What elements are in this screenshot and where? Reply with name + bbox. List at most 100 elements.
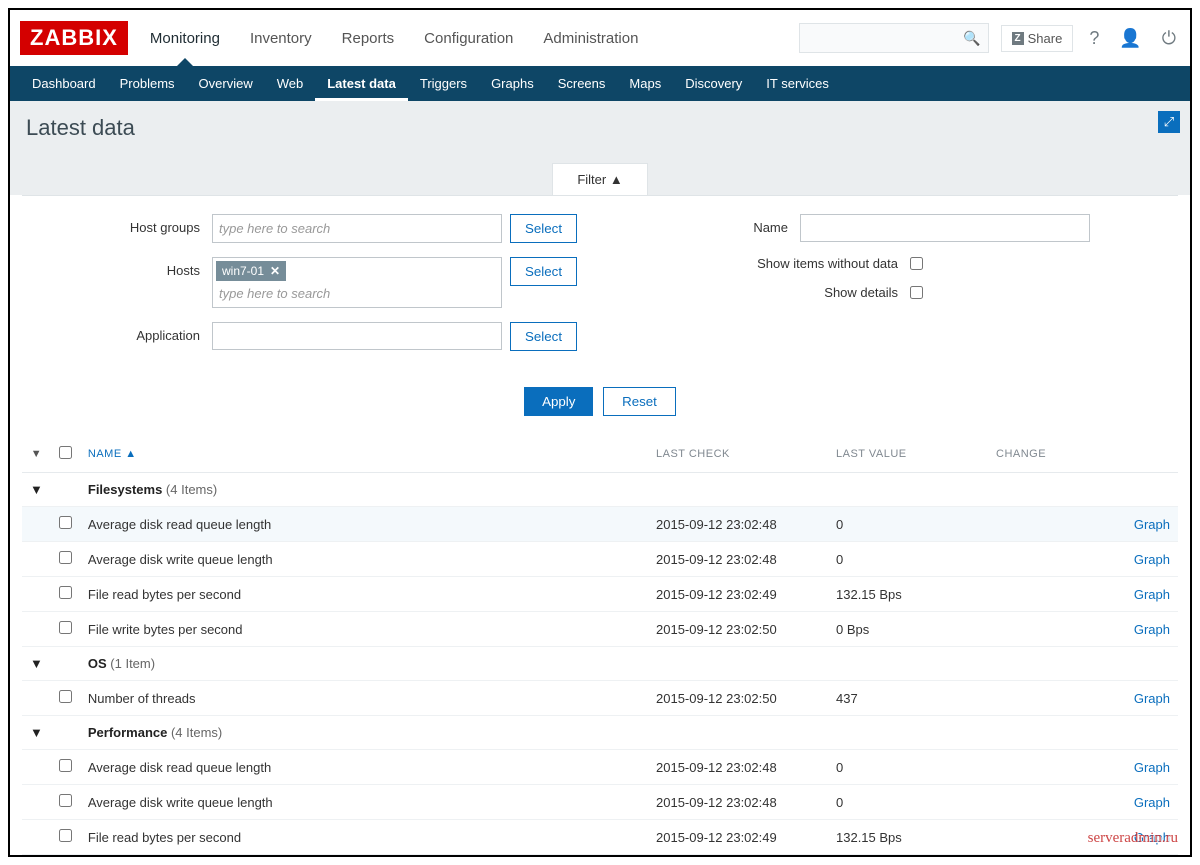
group-header: Filesystems (4 Items) [80,473,1178,507]
topnav-configuration[interactable]: Configuration [422,12,515,65]
row-checkbox[interactable] [59,621,72,634]
hosts-input[interactable]: win7-01✕ [212,257,502,308]
column-change[interactable]: Change [988,436,1118,473]
reset-button[interactable]: Reset [603,387,676,416]
table-row: File write bytes per second2015-09-12 23… [22,612,1178,647]
item-change [988,577,1118,612]
host-tag[interactable]: win7-01✕ [216,261,286,281]
item-last-value: 0 [828,542,988,577]
subnav-discovery[interactable]: Discovery [673,66,754,101]
row-checkbox[interactable] [59,516,72,529]
hosts-label: Hosts [82,257,212,278]
host-groups-input[interactable] [212,214,502,243]
show-details-label: Show details [620,285,910,300]
graph-link[interactable]: Graph [1134,795,1170,810]
row-checkbox[interactable] [59,759,72,772]
global-search-input[interactable] [799,23,989,53]
table-row: Number of threads2015-09-12 23:02:50437G… [22,681,1178,716]
user-icon[interactable]: 👤 [1115,24,1145,53]
table-row: Average disk write queue length2015-09-1… [22,785,1178,820]
share-button[interactable]: ZShare [1001,25,1074,52]
apply-button[interactable]: Apply [524,387,593,416]
search-icon[interactable]: 🔍 [963,30,980,47]
item-last-check: 2015-09-12 23:02:49 [648,820,828,855]
remove-tag-icon[interactable]: ✕ [270,264,280,278]
group-toggle-icon[interactable]: ▼ [22,716,51,750]
subnav-it-services[interactable]: IT services [754,66,841,101]
topnav-inventory[interactable]: Inventory [248,12,314,65]
show-details-checkbox[interactable] [910,286,923,299]
graph-link[interactable]: Graph [1134,622,1170,637]
graph-link[interactable]: Graph [1134,517,1170,532]
row-checkbox[interactable] [59,551,72,564]
item-last-check: 2015-09-12 23:02:48 [648,750,828,785]
item-last-check: 2015-09-12 23:02:50 [648,612,828,647]
table-row: File read bytes per second2015-09-12 23:… [22,820,1178,855]
topnav-monitoring[interactable]: Monitoring [148,12,222,65]
logo[interactable]: ZABBIX [20,21,128,55]
topnav-administration[interactable]: Administration [541,12,640,65]
item-last-check: 2015-09-12 23:02:50 [648,681,828,716]
group-header: Performance (4 Items) [80,716,1178,750]
subnav-triggers[interactable]: Triggers [408,66,479,101]
item-last-check: 2015-09-12 23:02:48 [648,507,828,542]
item-name: Average disk write queue length [80,785,648,820]
row-checkbox[interactable] [59,586,72,599]
table-row: Average disk write queue length2015-09-1… [22,542,1178,577]
top-nav: Monitoring Inventory Reports Configuration A… [148,12,799,65]
subnav-dashboard[interactable]: Dashboard [20,66,108,101]
graph-link[interactable]: Graph [1134,552,1170,567]
item-name: Average disk read queue length [80,750,648,785]
filter-toggle[interactable]: Filter ▲ [552,163,647,195]
graph-link[interactable]: Graph [1134,760,1170,775]
fullscreen-icon[interactable]: ⤢ [1158,111,1180,133]
item-name: Average disk read queue length [80,507,648,542]
hosts-select-button[interactable]: Select [510,257,577,286]
group-toggle-icon[interactable]: ▼ [22,473,51,507]
row-checkbox[interactable] [59,829,72,842]
row-checkbox[interactable] [59,794,72,807]
application-input[interactable] [212,322,502,350]
item-last-value: 437 [828,681,988,716]
item-last-check: 2015-09-12 23:02:48 [648,542,828,577]
subnav-screens[interactable]: Screens [546,66,618,101]
item-change [988,542,1118,577]
select-all-checkbox[interactable] [59,446,72,459]
item-last-value: 0 Bps [828,612,988,647]
column-name[interactable]: Name ▲ [80,436,648,473]
item-last-check: 2015-09-12 23:02:48 [648,785,828,820]
subnav-latest-data[interactable]: Latest data [315,66,408,101]
show-items-without-data-checkbox[interactable] [910,257,923,270]
host-groups-select-button[interactable]: Select [510,214,577,243]
subnav-web[interactable]: Web [265,66,316,101]
subnav-maps[interactable]: Maps [617,66,673,101]
column-last-check[interactable]: Last check [648,436,828,473]
item-name: File write bytes per second [80,612,648,647]
host-groups-label: Host groups [82,214,212,235]
topnav-reports[interactable]: Reports [340,12,397,65]
graph-link[interactable]: Graph [1134,587,1170,602]
watermark: serveradmin.ru [1088,830,1178,847]
application-select-button[interactable]: Select [510,322,577,351]
item-name: File read bytes per second [80,577,648,612]
item-last-value: 0 [828,750,988,785]
subnav-problems[interactable]: Problems [108,66,187,101]
name-filter-input[interactable] [800,214,1090,242]
group-toggle-icon[interactable]: ▼ [22,647,51,681]
table-row: Average disk read queue length2015-09-12… [22,750,1178,785]
subnav-overview[interactable]: Overview [187,66,265,101]
item-last-check: 2015-09-12 23:02:49 [648,577,828,612]
power-icon[interactable]: ⏻ [1158,24,1180,53]
help-icon[interactable]: ? [1085,24,1103,53]
subnav-graphs[interactable]: Graphs [479,66,546,101]
item-change [988,681,1118,716]
application-label: Application [82,322,212,343]
column-last-value[interactable]: Last value [828,436,988,473]
row-checkbox[interactable] [59,690,72,703]
item-change [988,507,1118,542]
item-last-value: 132.15 Bps [828,820,988,855]
sub-nav: DashboardProblemsOverviewWebLatest dataT… [10,66,1190,101]
graph-link[interactable]: Graph [1134,691,1170,706]
expand-all-icon[interactable]: ▼ [22,436,51,473]
latest-data-table: ▼ Name ▲ Last check Last value Change ▼F… [22,436,1178,855]
